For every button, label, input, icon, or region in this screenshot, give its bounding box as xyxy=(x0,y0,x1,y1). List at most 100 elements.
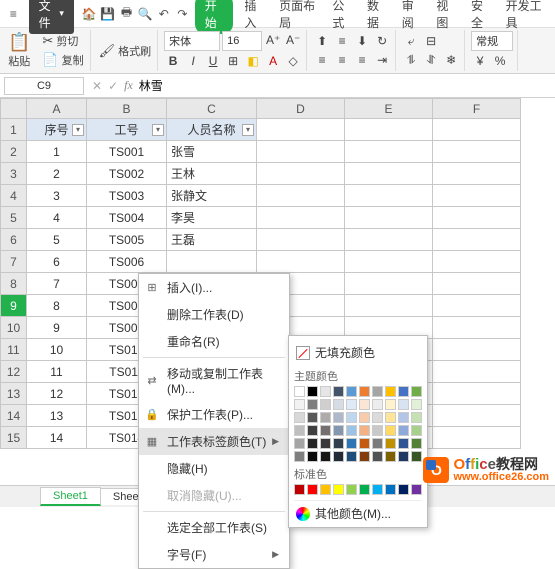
cell[interactable] xyxy=(345,119,433,141)
color-swatch[interactable] xyxy=(411,386,422,397)
cell[interactable] xyxy=(257,229,345,251)
ctx-insert[interactable]: ⊞插入(I)... xyxy=(139,274,289,301)
sheet-tab-1[interactable]: Sheet1 xyxy=(40,487,101,506)
color-swatch[interactable] xyxy=(333,399,344,410)
color-swatch[interactable] xyxy=(385,484,396,495)
cell[interactable]: 3 xyxy=(27,185,87,207)
standard-color-swatches[interactable] xyxy=(294,484,422,495)
cell[interactable]: 王磊 xyxy=(167,229,257,251)
color-swatch[interactable] xyxy=(307,412,318,423)
color-swatch[interactable] xyxy=(320,438,331,449)
cell[interactable]: 张静文 xyxy=(167,185,257,207)
color-swatch[interactable] xyxy=(411,399,422,410)
col-header-E[interactable]: E xyxy=(345,99,433,119)
cell[interactable]: 2 xyxy=(27,163,87,185)
color-swatch[interactable] xyxy=(398,451,409,462)
format-painter-button[interactable]: 🖌格式刷 xyxy=(97,42,154,60)
color-swatch[interactable] xyxy=(385,399,396,410)
cell[interactable] xyxy=(345,229,433,251)
color-swatch[interactable] xyxy=(372,425,383,436)
col-header-B[interactable]: B xyxy=(87,99,167,119)
cell[interactable] xyxy=(433,207,521,229)
color-swatch[interactable] xyxy=(385,451,396,462)
color-swatch[interactable] xyxy=(307,425,318,436)
row-header-14[interactable]: 14 xyxy=(1,405,27,427)
ctx-select-all[interactable]: 选定全部工作表(S) xyxy=(139,514,289,541)
color-swatch[interactable] xyxy=(385,386,396,397)
cell[interactable] xyxy=(433,273,521,295)
col-header-F[interactable]: F xyxy=(433,99,521,119)
ctx-font-size[interactable]: 字号(F)▶ xyxy=(139,541,289,568)
ctx-protect[interactable]: 🔒保护工作表(P)... xyxy=(139,401,289,428)
color-swatch[interactable] xyxy=(385,438,396,449)
color-swatch[interactable] xyxy=(411,484,422,495)
cell[interactable] xyxy=(433,295,521,317)
color-swatch[interactable] xyxy=(411,412,422,423)
row-header-6[interactable]: 6 xyxy=(1,229,27,251)
cell[interactable] xyxy=(257,119,345,141)
cell[interactable]: 张雪 xyxy=(167,141,257,163)
cell[interactable] xyxy=(433,185,521,207)
cell[interactable] xyxy=(345,273,433,295)
cell[interactable]: 6 xyxy=(27,251,87,273)
row-header-13[interactable]: 13 xyxy=(1,383,27,405)
bold-button[interactable]: B xyxy=(164,52,182,70)
color-swatch[interactable] xyxy=(320,425,331,436)
color-swatch[interactable] xyxy=(346,386,357,397)
color-swatch[interactable] xyxy=(385,425,396,436)
col-header-C[interactable]: C xyxy=(167,99,257,119)
cell[interactable]: TS006 xyxy=(87,251,167,273)
tab-data[interactable]: 数据 xyxy=(359,0,394,34)
color-swatch[interactable] xyxy=(346,399,357,410)
color-swatch[interactable] xyxy=(320,451,331,462)
preview-icon[interactable]: 🔍 xyxy=(136,2,155,26)
color-swatch[interactable] xyxy=(398,425,409,436)
cell[interactable] xyxy=(345,141,433,163)
font-size-select[interactable]: 16 xyxy=(222,31,262,51)
cell[interactable] xyxy=(433,427,521,449)
freeze-icon[interactable]: ❄ xyxy=(442,51,460,69)
color-swatch[interactable] xyxy=(398,386,409,397)
percent-icon[interactable]: % xyxy=(491,52,509,70)
color-swatch[interactable] xyxy=(307,451,318,462)
color-swatch[interactable] xyxy=(333,425,344,436)
color-swatch[interactable] xyxy=(398,438,409,449)
confirm-icon[interactable]: ✓ xyxy=(108,79,118,93)
row-header-7[interactable]: 7 xyxy=(1,251,27,273)
align-middle-icon[interactable]: ≡ xyxy=(333,32,351,50)
tab-review[interactable]: 审阅 xyxy=(394,0,429,34)
color-swatch[interactable] xyxy=(333,412,344,423)
cell[interactable] xyxy=(257,141,345,163)
align-left-icon[interactable]: ≡ xyxy=(313,51,331,69)
color-swatch[interactable] xyxy=(359,399,370,410)
color-swatch[interactable] xyxy=(372,438,383,449)
cell[interactable] xyxy=(433,339,521,361)
cell[interactable]: TS005 xyxy=(87,229,167,251)
cell[interactable] xyxy=(257,251,345,273)
cell[interactable]: 8 xyxy=(27,295,87,317)
color-swatch[interactable] xyxy=(359,412,370,423)
font-name-select[interactable]: 宋体 xyxy=(164,31,220,51)
cell[interactable]: 11 xyxy=(27,361,87,383)
row-header-9[interactable]: 9 xyxy=(1,295,27,317)
col-header-D[interactable]: D xyxy=(257,99,345,119)
cell[interactable] xyxy=(433,141,521,163)
color-swatch[interactable] xyxy=(372,451,383,462)
cell[interactable] xyxy=(433,163,521,185)
ctx-rename[interactable]: 重命名(R) xyxy=(139,328,289,355)
cell[interactable] xyxy=(433,317,521,339)
cell[interactable] xyxy=(345,295,433,317)
cell[interactable]: 10 xyxy=(27,339,87,361)
row-header-12[interactable]: 12 xyxy=(1,361,27,383)
color-swatch[interactable] xyxy=(320,399,331,410)
color-swatch[interactable] xyxy=(320,484,331,495)
cell[interactable]: 7 xyxy=(27,273,87,295)
row-header-10[interactable]: 10 xyxy=(1,317,27,339)
cell[interactable] xyxy=(433,229,521,251)
cell[interactable] xyxy=(433,405,521,427)
color-swatch[interactable] xyxy=(294,425,305,436)
color-swatch[interactable] xyxy=(372,412,383,423)
color-swatch[interactable] xyxy=(398,484,409,495)
table-header-id[interactable]: 工号▾ xyxy=(87,119,167,141)
cell[interactable]: TS002 xyxy=(87,163,167,185)
